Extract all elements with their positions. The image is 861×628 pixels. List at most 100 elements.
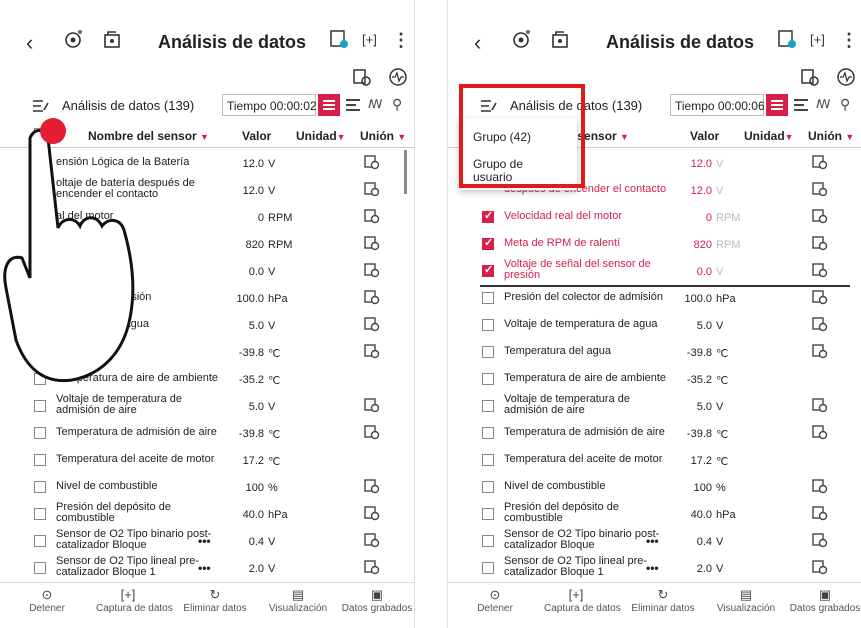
capture-button[interactable]: [+] Captura de datos [96,583,173,614]
union-icon[interactable] [812,209,828,224]
table-row[interactable]: Voltaje de temperatura de agua 5.0 V [448,312,861,339]
union-icon[interactable] [364,263,380,278]
table-row[interactable]: Sensor de O2 Tipo lineal pre-catalizador… [0,555,414,582]
group-filter-icon[interactable] [32,98,50,114]
union-icon[interactable] [812,236,828,251]
union-icon[interactable] [812,398,828,413]
row-checkbox[interactable] [34,454,46,466]
back-arrow-icon[interactable]: ‹ [26,30,33,56]
graph-view-icon[interactable]: ꟿ [368,97,382,111]
table-row[interactable]: Temperatura de aire de ambiente -35.2 ℃ [448,366,861,393]
table-row[interactable]: Temperatura de admisión de aire -39.8 ℃ [448,420,861,447]
row-checkbox[interactable] [34,481,46,493]
table-row[interactable]: Presión del colector de admisión 100.0 hPa [448,285,861,312]
table-row[interactable]: Sensor de O2 Tipo binario post-catalizad… [0,528,414,555]
table-row[interactable]: Voltaje de señal del sensor de presión 0.… [448,258,861,285]
union-icon[interactable] [364,533,380,548]
union-icon[interactable] [364,344,380,359]
union-icon[interactable] [812,155,828,170]
pulse-icon[interactable] [388,67,408,87]
row-checkbox[interactable] [34,400,46,412]
union-icon[interactable] [364,479,380,494]
table-row[interactable]: Sensor de O2 Tipo binario post-catalizad… [448,528,861,555]
text-view-icon[interactable] [346,99,360,111]
fullscreen-icon[interactable]: [+] [810,32,825,47]
vehicle-report-icon[interactable] [352,67,372,87]
more-dots-icon[interactable]: ••• [646,561,659,575]
union-icon[interactable] [364,155,380,170]
capture-button[interactable]: [+] Captura de datos [544,583,621,614]
union-icon[interactable] [812,425,828,440]
table-row[interactable]: Temperatura del aceite de motor 17.2 ℃ [0,447,414,474]
union-icon[interactable] [364,236,380,251]
text-view-icon[interactable] [794,99,808,111]
union-icon[interactable] [812,506,828,521]
report-icon[interactable] [776,28,798,50]
engine-icon[interactable] [62,28,84,50]
list-view-button[interactable] [766,94,788,116]
table-row[interactable]: Sensor de O2 Tipo lineal pre-catalizador… [448,555,861,582]
union-icon[interactable] [364,398,380,413]
row-checkbox[interactable] [482,535,494,547]
union-icon[interactable] [364,317,380,332]
table-row[interactable]: Voltaje de temperatura de admisión de ai… [0,393,414,420]
header-union[interactable]: Unión ▼ [360,129,406,143]
recorded-data-button[interactable]: ▣ Datos grabados [340,583,414,614]
recorded-data-button[interactable]: ▣ Datos grabados [788,583,861,614]
pulse-icon[interactable] [836,67,856,87]
row-checkbox[interactable] [34,508,46,520]
table-row[interactable]: Velocidad real del motor 0 RPM [448,204,861,231]
union-icon[interactable] [812,560,828,575]
header-unit[interactable]: Unidad▼ [296,129,346,143]
report-icon[interactable] [328,28,350,50]
row-checkbox[interactable] [482,508,494,520]
row-checkbox[interactable] [482,236,494,250]
row-checkbox[interactable] [34,535,46,547]
table-row[interactable]: Voltaje de temperatura de admisión de ai… [448,393,861,420]
back-arrow-icon[interactable]: ‹ [474,30,481,56]
table-row[interactable]: Meta de RPM de ralentí 820 RPM [448,231,861,258]
union-icon[interactable] [812,479,828,494]
union-icon[interactable] [364,209,380,224]
list-view-button[interactable] [318,94,340,116]
table-row[interactable]: Temperatura del aceite de motor 17.2 ℃ [448,447,861,474]
graph-view-icon[interactable]: ꟿ [816,97,830,111]
stop-button[interactable]: ⊙ Detener [22,583,72,614]
fullscreen-icon[interactable]: [+] [362,32,377,47]
table-row[interactable]: Temperatura de admisión de aire -39.8 ℃ [0,420,414,447]
table-row[interactable]: Presión del depósito de combustible 40.0 h… [0,501,414,528]
union-icon[interactable] [364,560,380,575]
delete-data-button[interactable]: ↻ Eliminar datos [626,583,700,614]
union-icon[interactable] [364,182,380,197]
more-icon[interactable]: ⋮ [840,30,858,51]
union-icon[interactable] [364,290,380,305]
row-checkbox[interactable] [482,454,494,466]
union-icon[interactable] [812,290,828,305]
table-row[interactable]: Nivel de combustible 100% [0,474,414,501]
table-row[interactable]: Nivel de combustible 100% [448,474,861,501]
delete-data-button[interactable]: ↻ Eliminar datos [178,583,252,614]
union-icon[interactable] [812,344,828,359]
vehicle-info-icon[interactable] [102,28,124,50]
table-row[interactable]: Presión del depósito de combustible 40.0 h… [448,501,861,528]
row-checkbox[interactable] [482,346,494,358]
union-icon[interactable] [364,506,380,521]
more-icon[interactable]: ⋮ [392,30,410,51]
row-checkbox[interactable] [482,373,494,385]
visualization-button[interactable]: ▤ Visualización [260,583,336,614]
union-icon[interactable] [812,533,828,548]
vehicle-report-icon[interactable] [800,67,820,87]
header-unit[interactable]: Unidad▼ [744,129,794,143]
engine-icon[interactable] [510,28,532,50]
search-icon[interactable]: ⚲ [392,96,402,113]
search-icon[interactable]: ⚲ [840,96,850,113]
stop-button[interactable]: ⊙ Detener [470,583,520,614]
row-checkbox[interactable] [482,263,494,277]
row-checkbox[interactable] [482,562,494,574]
row-checkbox[interactable] [34,427,46,439]
union-icon[interactable] [812,263,828,278]
vehicle-info-icon[interactable] [550,28,572,50]
scrollbar[interactable] [404,150,407,194]
visualization-button[interactable]: ▤ Visualización [708,583,784,614]
union-icon[interactable] [812,182,828,197]
